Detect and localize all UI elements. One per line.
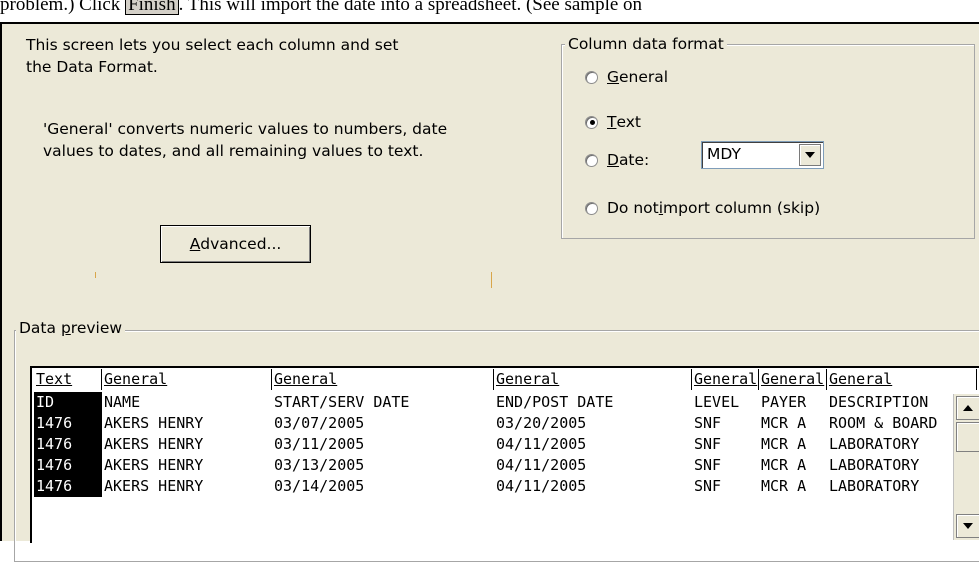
date-format-select[interactable]: MDY — [701, 141, 824, 169]
radio-date-label: ate: — [618, 151, 650, 169]
table-cell: 03/13/2005 — [274, 456, 365, 474]
table-cell: AKERS HENRY — [104, 477, 204, 495]
table-cell: 03/11/2005 — [274, 435, 365, 453]
radio-date[interactable]: Date: — [585, 151, 649, 169]
table-cell: 1476 — [34, 455, 102, 476]
table-cell: 03/14/2005 — [274, 477, 365, 495]
table-cell: 1476 — [34, 434, 102, 455]
radio-text-key: T — [607, 113, 617, 131]
advanced-button-key: A — [189, 235, 201, 253]
radio-date-indicator[interactable] — [585, 153, 598, 167]
radio-general-indicator[interactable] — [585, 70, 598, 84]
column-format-header[interactable]: General — [494, 369, 692, 390]
artifact-mark — [95, 272, 96, 278]
table-cell: MCR A — [761, 414, 807, 432]
column-format-header[interactable]: General — [272, 369, 494, 390]
data-preview-title-key: p — [60, 319, 71, 337]
table-cell: PAYER — [761, 393, 807, 411]
table-cell: 04/11/2005 — [496, 477, 587, 495]
radio-general[interactable]: General — [585, 68, 668, 86]
radio-general-label: eneral — [619, 68, 669, 86]
column-format-header[interactable]: General — [102, 369, 272, 390]
column-format-header[interactable]: Text — [34, 369, 102, 390]
finish-button-reference: Finish — [125, 0, 179, 15]
arrow-up-icon — [963, 405, 973, 411]
radio-skip-prefix: Do not — [607, 199, 659, 217]
table-cell: SNF — [694, 456, 722, 474]
table-cell: 04/11/2005 — [496, 435, 587, 453]
date-format-value: MDY — [707, 145, 741, 163]
document-text-line: problem.) Click Finish. This will import… — [0, 0, 979, 16]
table-cell: MCR A — [761, 456, 807, 474]
table-cell: AKERS HENRY — [104, 456, 204, 474]
table-cell: NAME — [104, 393, 141, 411]
advanced-button-label: dvanced... — [200, 235, 282, 253]
table-cell: END/POST DATE — [496, 393, 614, 411]
column-data-format-title: Column data format — [565, 35, 727, 53]
text-import-wizard-step3: This screen lets you select each column … — [0, 22, 979, 562]
chevron-down-icon — [805, 152, 815, 158]
radio-skip[interactable]: Do not i mport column (skip) — [585, 199, 820, 217]
advanced-button[interactable]: Advanced... — [160, 225, 311, 263]
table-cell: 03/20/2005 — [496, 414, 587, 432]
general-note-line-2: values to dates, and all remaining value… — [43, 142, 424, 160]
artifact-mark — [491, 272, 492, 288]
table-cell: 04/11/2005 — [496, 456, 587, 474]
table-cell: MCR A — [761, 435, 807, 453]
doc-text-before: problem.) Click — [0, 0, 126, 15]
table-cell: SNF — [694, 477, 722, 495]
data-preview-title-prefix: Data — [19, 319, 61, 337]
column-format-header[interactable]: General — [692, 369, 759, 390]
table-cell: MCR A — [761, 477, 807, 495]
table-cell: AKERS HENRY — [104, 414, 204, 432]
data-preview-title-rest: review — [70, 319, 123, 337]
column-format-header[interactable]: General — [827, 369, 977, 390]
table-cell: SNF — [694, 414, 722, 432]
dropdown-arrow-button[interactable] — [799, 144, 821, 166]
description-line-1: This screen lets you select each column … — [26, 36, 399, 54]
radio-general-key: G — [607, 68, 620, 86]
table-cell: 1476 — [34, 413, 102, 434]
doc-text-after: . This will import the date into a sprea… — [178, 0, 643, 15]
scroll-up-button[interactable] — [956, 396, 979, 420]
table-cell: LEVEL — [694, 393, 740, 411]
table-cell: SNF — [694, 435, 722, 453]
radio-skip-indicator[interactable] — [585, 201, 598, 215]
vertical-scrollbar[interactable] — [953, 394, 979, 540]
table-cell: AKERS HENRY — [104, 435, 204, 453]
radio-date-key: D — [607, 151, 619, 169]
data-preview-title: Data preview — [16, 319, 126, 337]
column-format-header[interactable]: General — [759, 369, 827, 390]
radio-text-indicator[interactable] — [585, 115, 598, 129]
description-line-2: the Data Format. — [26, 58, 158, 76]
table-cell: 1476 — [34, 476, 102, 497]
table-cell: 03/07/2005 — [274, 414, 365, 432]
scroll-thumb[interactable] — [956, 422, 979, 452]
radio-text-label: ext — [616, 113, 641, 131]
radio-text[interactable]: Text — [585, 113, 641, 131]
table-cell: ID — [34, 392, 102, 413]
radio-skip-label: mport column (skip) — [663, 199, 821, 217]
table-cell: START/SERV DATE — [274, 393, 410, 411]
arrow-down-icon — [963, 523, 973, 529]
general-note-line-1: 'General' converts numeric values to num… — [43, 120, 448, 138]
scroll-down-button[interactable] — [956, 514, 979, 538]
data-preview-grid[interactable]: Text General General General General General G… — [30, 366, 979, 543]
